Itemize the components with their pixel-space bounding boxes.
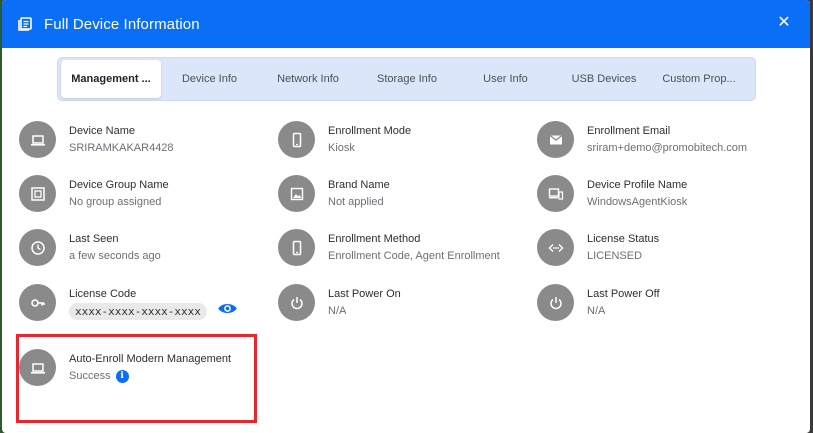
field-label: License Code — [69, 288, 137, 300]
field-value: LICENSED — [587, 250, 643, 262]
field-device-name: Device Name SRIRAMKAKAR4428 — [19, 121, 174, 158]
field-value: SRIRAMKAKAR4428 — [69, 142, 174, 154]
field-device-group-name: Device Group Name No group assigned — [19, 175, 169, 212]
devices-icon — [537, 175, 574, 212]
phone-icon — [278, 121, 315, 158]
field-label: Device Name — [69, 125, 136, 137]
field-device-profile-name: Device Profile Name WindowsAgentKiosk — [537, 175, 687, 212]
field-brand-name: Brand Name Not applied — [278, 175, 390, 212]
field-value: WindowsAgentKiosk — [587, 196, 688, 208]
laptop-icon — [19, 121, 56, 158]
field-label: Last Power Off — [587, 288, 660, 300]
clock-icon — [19, 229, 56, 266]
tab-management[interactable]: Management ... — [61, 60, 161, 98]
field-label: Enrollment Email — [587, 125, 671, 137]
field-value: sriram+demo@promobitech.com — [587, 142, 748, 154]
field-label: Device Group Name — [69, 179, 169, 191]
field-label: Enrollment Method — [328, 233, 421, 245]
dialog-title: Full Device Information — [44, 15, 200, 33]
field-value: N/A — [587, 305, 606, 317]
field-label: Last Seen — [69, 233, 119, 245]
field-label: Brand Name — [328, 179, 390, 191]
tab-custom-properties[interactable]: Custom Prop... — [653, 60, 745, 98]
field-label: Last Power On — [328, 288, 401, 300]
field-value: Kiosk — [328, 142, 355, 154]
tab-device-info[interactable]: Device Info — [161, 60, 258, 98]
field-last-power-off: Last Power Off N/A — [537, 284, 660, 321]
image-icon — [278, 175, 315, 212]
dialog-header: Full Device Information ✕ — [2, 0, 810, 48]
field-value: N/A — [328, 305, 347, 317]
field-last-power-on: Last Power On N/A — [278, 284, 401, 321]
tab-usb-devices[interactable]: USB Devices — [555, 60, 653, 98]
code-icon — [537, 229, 574, 266]
tab-network-info[interactable]: Network Info — [258, 60, 358, 98]
document-list-icon — [18, 17, 32, 31]
license-code-value: xxxx-xxxx-xxxx-xxxx — [69, 303, 207, 320]
tab-storage-info[interactable]: Storage Info — [358, 60, 456, 98]
field-label: Enrollment Mode — [328, 125, 412, 137]
field-label: Device Profile Name — [587, 179, 688, 191]
key-icon — [19, 284, 56, 321]
power-icon — [278, 284, 315, 321]
field-label: License Status — [587, 233, 660, 245]
field-enrollment-mode: Enrollment Mode Kiosk — [278, 121, 411, 158]
device-info-dialog: Full Device Information ✕ Management ...… — [2, 0, 810, 433]
field-license-status: License Status LICENSED — [537, 229, 659, 266]
group-icon — [19, 175, 56, 212]
field-last-seen: Last Seen a few seconds ago — [19, 229, 161, 266]
close-icon[interactable]: ✕ — [774, 12, 794, 32]
field-enrollment-email: Enrollment Email sriram+demo@promobitech… — [537, 121, 747, 158]
field-license-code: License Code xxxx-xxxx-xxxx-xxxx — [19, 284, 238, 321]
field-value: Enrollment Code, Agent Enrollment — [328, 250, 500, 262]
field-value: a few seconds ago — [69, 250, 161, 262]
eye-icon[interactable] — [217, 302, 238, 320]
field-value: No group assigned — [69, 196, 162, 208]
tab-user-info[interactable]: User Info — [456, 60, 555, 98]
field-enrollment-method: Enrollment Method Enrollment Code, Agent… — [278, 229, 500, 266]
power-icon — [537, 284, 574, 321]
phone-icon — [278, 229, 315, 266]
tab-bar: Management ... Device Info Network Info … — [57, 57, 756, 101]
mail-icon — [537, 121, 574, 158]
field-value: Not applied — [328, 196, 384, 208]
highlight-box — [16, 334, 257, 423]
